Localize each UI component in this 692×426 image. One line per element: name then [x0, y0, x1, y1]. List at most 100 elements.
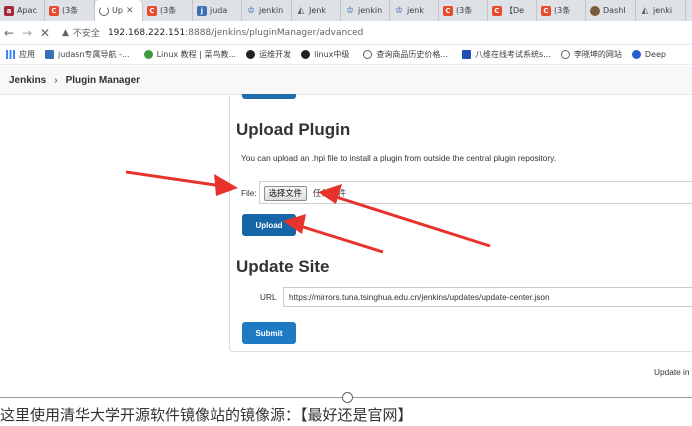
bookmark-exam-system[interactable]: 八维在线考试系统s...	[462, 49, 551, 60]
breadcrumb-jenkins[interactable]: Jenkins	[9, 75, 46, 86]
browser-tab[interactable]: ◭ Jenk	[292, 0, 341, 21]
loading-icon	[99, 5, 109, 16]
browser-tab[interactable]: ♔ jenk	[390, 0, 439, 21]
bookmark-label: 运维开发	[259, 50, 292, 59]
globe-icon	[560, 50, 570, 59]
csdn-icon: C	[492, 5, 502, 16]
annotation-caption: 这里使用清华大学开源软件镜像站的镜像源：【最好还是官网】	[0, 406, 413, 424]
file-label: File:	[241, 188, 257, 198]
warning-triangle-icon[interactable]: ▲	[62, 28, 69, 38]
jenkins-icon: ♔	[246, 5, 256, 16]
browser-tab[interactable]: ♔ jenkin	[242, 0, 292, 21]
ops-icon	[246, 50, 256, 59]
submit-button[interactable]: Submit	[242, 322, 296, 344]
browser-tab[interactable]: C (3条	[439, 0, 488, 21]
jenkins-icon: ♔	[394, 5, 404, 16]
upload-plugin-heading: Upload Plugin	[236, 120, 351, 139]
upload-plugin-description: You can upload an .hpi file to install a…	[241, 153, 557, 163]
bookmark-label: judasn专属导航 -...	[58, 50, 130, 59]
browser-tab[interactable]: ◭ jenki	[636, 0, 686, 21]
judas-icon: j	[197, 5, 207, 16]
red-arrow-to-file-label	[125, 170, 238, 196]
csdn-icon: C	[147, 5, 157, 16]
linux-icon	[143, 50, 153, 59]
bookmark-linux-mid[interactable]: linux中级	[301, 49, 349, 60]
csdn-icon: C	[49, 5, 59, 16]
bookmark-label: 应用	[19, 50, 35, 59]
csdn-icon: C	[541, 5, 551, 16]
tab-label: Dashl	[603, 6, 626, 15]
browser-tab-active[interactable]: Up ✕	[95, 0, 143, 21]
tab-label: Jenk	[309, 6, 326, 15]
back-arrow-icon[interactable]: ←	[0, 26, 18, 40]
forward-arrow-icon[interactable]: →	[18, 26, 36, 40]
bookmark-judasn[interactable]: judasn专属导航 -...	[45, 49, 130, 60]
url-path[interactable]: :8888/jenkins/pluginManager/advanced	[185, 28, 363, 38]
globe-icon	[363, 50, 373, 59]
upload-button[interactable]: Upload	[242, 214, 296, 236]
browser-tab-strip: a Apac C (3条 Up ✕ C (3条 j juda ♔ jenkin ◭ Jenk …	[0, 0, 692, 21]
jenkins-icon: ◭	[297, 5, 305, 16]
breadcrumb: Jenkins › Plugin Manager	[0, 66, 692, 95]
bookmark-price-history[interactable]: 查询商品历史价格...	[363, 49, 448, 60]
update-info-text: Update in	[654, 367, 690, 377]
url-host[interactable]: 192.168.222.151	[108, 28, 185, 38]
url-label: URL	[260, 292, 277, 302]
linux-mid-icon	[301, 50, 311, 59]
browser-toolbar: ← → ✕ ▲ 不安全 192.168.222.151:8888/jenkins…	[0, 21, 692, 45]
dashboard-icon	[590, 5, 600, 16]
stop-loading-icon[interactable]: ✕	[36, 26, 54, 40]
jenkins-icon: ♔	[345, 5, 355, 16]
bookmark-linux-tutorial[interactable]: Linux 教程 | 菜鸟教...	[143, 49, 237, 60]
browser-tab[interactable]: ♔ jenkin	[341, 0, 390, 21]
tab-label: (3条	[160, 6, 177, 15]
bookmark-ops[interactable]: 运维开发	[246, 49, 291, 60]
browser-tab[interactable]: a Apac	[0, 0, 45, 21]
tab-label: jenkin	[358, 6, 383, 15]
address-bar[interactable]: ▲ 不安全 192.168.222.151:8888/jenkins/plugi…	[62, 26, 363, 40]
resize-handle[interactable]	[342, 392, 353, 403]
close-icon[interactable]: ✕	[126, 6, 134, 16]
apache-icon: a	[4, 5, 14, 16]
jenkins-icon: ◭	[641, 5, 649, 16]
deepl-icon	[631, 50, 641, 59]
browser-tab[interactable]: C 【De	[488, 0, 537, 21]
tab-label: (3条	[456, 6, 473, 15]
browser-tab[interactable]: j juda	[193, 0, 242, 21]
bookmark-label: 八维在线考试系统s...	[475, 50, 551, 59]
file-row: File: 选择文件 任何文件	[241, 183, 346, 203]
update-site-heading: Update Site	[236, 257, 330, 276]
bookmark-personal-site[interactable]: 李晓坤的网站	[560, 49, 622, 60]
chevron-right-icon: ›	[54, 74, 58, 86]
bookmark-label: Deep	[644, 50, 666, 59]
bookmark-deepl[interactable]: Deep	[631, 50, 666, 59]
tab-label: Apac	[17, 6, 37, 15]
bookmark-label: linux中级	[314, 50, 350, 59]
bookmark-label: Linux 教程 | 菜鸟教...	[156, 50, 237, 59]
bookmark-label: 查询商品历史价格...	[376, 50, 449, 59]
bookmarks-bar: 应用 judasn专属导航 -... Linux 教程 | 菜鸟教... 运维开…	[0, 45, 692, 65]
browser-tab[interactable]: C (3条	[45, 0, 95, 21]
previous-submit-button[interactable]	[242, 94, 296, 99]
judas-icon	[45, 50, 54, 59]
browser-tab[interactable]: C (3条	[143, 0, 193, 21]
no-file-chosen-text: 任何文件	[312, 188, 347, 198]
tab-label: jenk	[407, 6, 424, 15]
security-label[interactable]: 不安全	[73, 26, 100, 39]
browser-tab[interactable]: C (3条	[537, 0, 586, 21]
tab-label: 【De	[505, 6, 525, 15]
bookmark-apps[interactable]: 应用	[6, 49, 35, 60]
bookmark-label: 李晓坤的网站	[573, 50, 622, 59]
csdn-icon: C	[443, 5, 453, 16]
update-site-url-input[interactable]: https://mirrors.tuna.tsinghua.edu.cn/jen…	[283, 287, 692, 307]
tab-label: juda	[210, 6, 228, 15]
exam-icon	[462, 50, 472, 59]
tab-label: (3条	[62, 6, 79, 15]
tab-label: jenki	[653, 6, 673, 15]
tab-label: Up	[112, 6, 123, 15]
browser-tab[interactable]: Dashl	[586, 0, 636, 21]
tab-label: (3条	[554, 6, 571, 15]
choose-file-button[interactable]: 选择文件	[263, 185, 307, 201]
tab-label: jenkin	[259, 6, 284, 15]
breadcrumb-plugin-manager[interactable]: Plugin Manager	[66, 75, 140, 86]
